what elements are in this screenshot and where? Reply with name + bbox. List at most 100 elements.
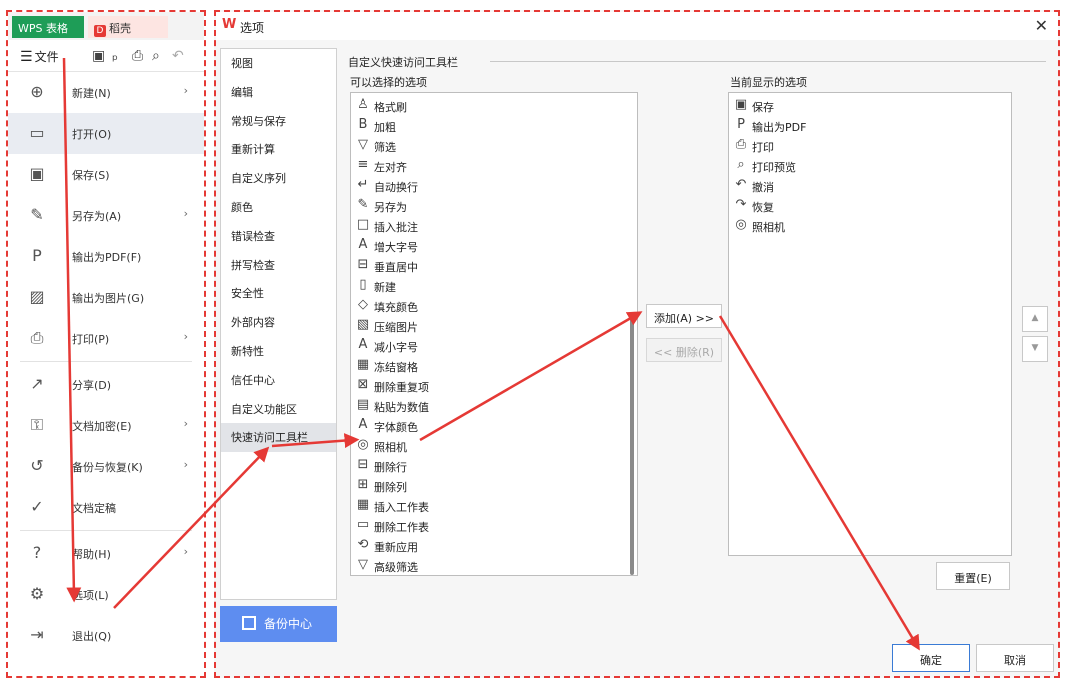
list-item[interactable]: A 增大字号: [351, 235, 637, 255]
tab-docer[interactable]: D 稻壳: [88, 16, 168, 38]
command-icon: ♙: [357, 97, 369, 112]
file-menu-item[interactable]: ✓ 文档定稿: [8, 487, 204, 528]
list-item[interactable]: ▯ 新建: [351, 275, 637, 295]
add-button[interactable]: 添加(A) >>: [646, 304, 722, 328]
save-icon[interactable]: ▣: [92, 48, 105, 64]
list-item[interactable]: ▧ 压缩图片: [351, 315, 637, 335]
current-options-list[interactable]: ▣ 保存 P 输出为PDF ⎙ 打印 ⌕ 打印预览 ↶ 撤消 ↷ 恢复 ◎ 照相机: [728, 92, 1012, 556]
file-menu-item[interactable]: ✎ 另存为(A) ›: [8, 195, 204, 236]
list-item[interactable]: B 加粗: [351, 115, 637, 135]
list-item[interactable]: ▦ 插入工作表: [351, 495, 637, 515]
list-item[interactable]: P 输出为PDF: [729, 115, 1011, 135]
command-icon: ⊞: [357, 477, 369, 492]
available-list-scrollbar[interactable]: [630, 317, 634, 575]
list-item-label: 字体颜色: [374, 421, 418, 434]
ok-button[interactable]: 确定: [892, 644, 970, 672]
section-divider: [490, 61, 1046, 62]
command-icon: ▣: [734, 97, 748, 112]
list-item[interactable]: A 字体颜色: [351, 415, 637, 435]
file-menu-item[interactable]: ⇥ 退出(Q): [8, 615, 204, 656]
category-item[interactable]: 错误检查: [221, 222, 336, 251]
list-item[interactable]: ⊟ 删除行: [351, 455, 637, 475]
remove-button[interactable]: << 删除(R): [646, 338, 722, 362]
list-item-label: 填充颜色: [374, 301, 418, 314]
list-item[interactable]: ▽ 筛选: [351, 135, 637, 155]
command-icon: A: [358, 417, 368, 432]
list-item[interactable]: □ 插入批注: [351, 215, 637, 235]
list-item[interactable]: ◎ 照相机: [351, 435, 637, 455]
tab-wps-spreadsheet[interactable]: WPS 表格: [12, 16, 84, 38]
list-item[interactable]: ⊠ 删除重复项: [351, 375, 637, 395]
file-menu-item[interactable]: ⎙ 打印(P) ›: [8, 318, 204, 359]
list-item[interactable]: ⊞ 删除列: [351, 475, 637, 495]
list-item[interactable]: ◇ 填充颜色: [351, 295, 637, 315]
backup-center-button[interactable]: 备份中心: [220, 606, 337, 642]
list-item-label: 高级筛选: [374, 561, 418, 574]
list-item-label: 照相机: [752, 221, 785, 234]
file-menu-button[interactable]: ☰ 文件: [20, 48, 59, 65]
move-down-button[interactable]: ▼: [1022, 336, 1048, 362]
export-pdf-icon[interactable]: ₚ: [112, 48, 118, 64]
list-item-label: 重新应用: [374, 541, 418, 554]
list-item[interactable]: ✎ 另存为: [351, 195, 637, 215]
print-icon[interactable]: ⎙: [132, 48, 143, 64]
category-item[interactable]: 视图: [221, 49, 336, 78]
file-menu-item[interactable]: ▨ 输出为图片(G): [8, 277, 204, 318]
list-item[interactable]: ↷ 恢复: [729, 195, 1011, 215]
list-item[interactable]: ▣ 保存: [729, 95, 1011, 115]
cancel-button[interactable]: 取消: [976, 644, 1054, 672]
category-item[interactable]: 信任中心: [221, 366, 336, 395]
category-item[interactable]: 自定义功能区: [221, 395, 336, 424]
category-item[interactable]: 重新计算: [221, 135, 336, 164]
list-item-label: 插入工作表: [374, 501, 429, 514]
list-item[interactable]: ⎙ 打印: [729, 135, 1011, 155]
list-item[interactable]: ◎ 照相机: [729, 215, 1011, 235]
list-item[interactable]: ♙ 格式刷: [351, 95, 637, 115]
file-menu-item-label: 文档定稿: [72, 502, 116, 515]
file-menu-item[interactable]: ⚙ 选项(L): [8, 574, 204, 615]
file-menu-item[interactable]: ↗ 分享(D): [8, 364, 204, 405]
file-menu-item[interactable]: ⊕ 新建(N) ›: [8, 72, 204, 113]
list-item[interactable]: ↵ 自动换行: [351, 175, 637, 195]
gear-icon: ⚙: [29, 584, 45, 603]
save-icon: ▣: [29, 164, 45, 183]
finalize-icon: ✓: [30, 497, 44, 516]
file-menu-item[interactable]: ⚿ 文档加密(E) ›: [8, 405, 204, 446]
file-menu-item[interactable]: ▣ 保存(S): [8, 154, 204, 195]
category-item[interactable]: 外部内容: [221, 308, 336, 337]
list-item[interactable]: ⌕ 打印预览: [729, 155, 1011, 175]
file-menu-item[interactable]: ▭ 打开(O): [8, 113, 204, 154]
reset-button[interactable]: 重置(E): [936, 562, 1010, 590]
category-item[interactable]: 颜色: [221, 193, 336, 222]
move-up-button[interactable]: ▲: [1022, 306, 1048, 332]
category-item[interactable]: 自定义序列: [221, 164, 336, 193]
list-item[interactable]: ⟲ 重新应用: [351, 535, 637, 555]
list-item[interactable]: ▽ 高级筛选: [351, 555, 637, 575]
list-item-label: 加粗: [374, 121, 396, 134]
list-item-label: 另存为: [374, 201, 407, 214]
file-menu-item[interactable]: ? 帮助(H) ›: [8, 533, 204, 574]
export-image-icon: ▨: [29, 287, 45, 306]
category-item[interactable]: 快速访问工具栏: [221, 423, 336, 453]
file-menu-item[interactable]: ↺ 备份与恢复(K) ›: [8, 446, 204, 487]
category-item[interactable]: 编辑: [221, 78, 336, 107]
list-item[interactable]: ▦ 冻结窗格: [351, 355, 637, 375]
file-menu-item-label: 分享(D): [72, 379, 112, 392]
list-item[interactable]: ≡ 左对齐: [351, 155, 637, 175]
category-item[interactable]: 拼写检查: [221, 251, 336, 280]
command-icon: P: [737, 117, 745, 132]
print-preview-icon[interactable]: ⌕: [152, 48, 160, 64]
list-item[interactable]: ▭ 删除工作表: [351, 515, 637, 535]
undo-icon[interactable]: ↶: [172, 48, 184, 64]
category-item[interactable]: 常规与保存: [221, 107, 336, 136]
file-menu-item[interactable]: P 输出为PDF(F): [8, 236, 204, 277]
list-item[interactable]: A 减小字号: [351, 335, 637, 355]
list-item[interactable]: ↶ 撤消: [729, 175, 1011, 195]
command-icon: ▤: [356, 397, 370, 412]
available-options-list[interactable]: ♙ 格式刷 B 加粗 ▽ 筛选 ≡ 左对齐 ↵ 自动换行 ✎ 另存为 □ 插入批注 A 增大字号 ⊟ 垂直居中 ▯ 新…: [350, 92, 638, 576]
close-button[interactable]: ✕: [1035, 16, 1048, 35]
category-item[interactable]: 新特性: [221, 337, 336, 366]
list-item[interactable]: ▤ 粘贴为数值: [351, 395, 637, 415]
category-item[interactable]: 安全性: [221, 279, 336, 308]
list-item[interactable]: ⊟ 垂直居中: [351, 255, 637, 275]
